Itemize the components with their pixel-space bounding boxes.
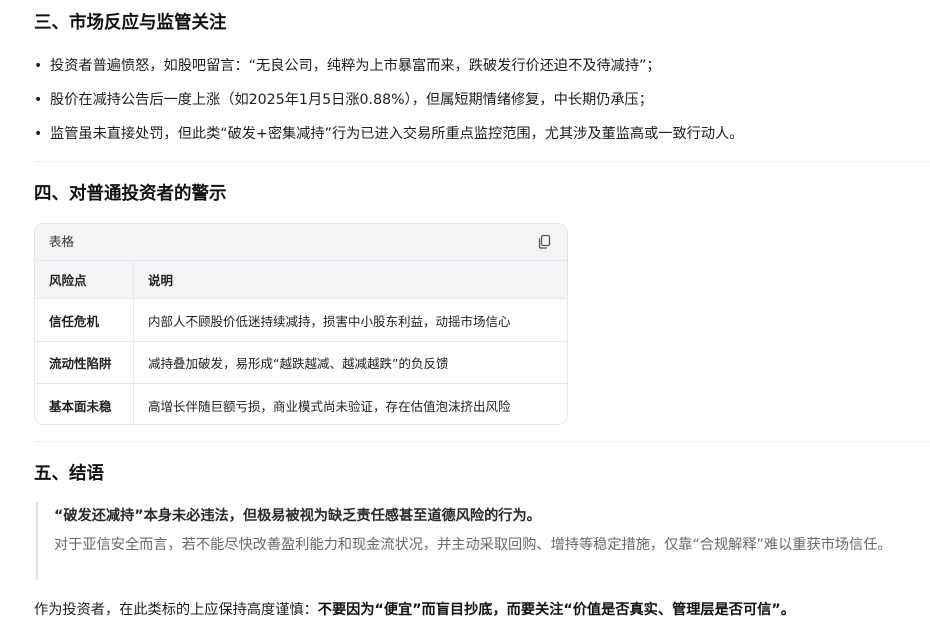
table-cell-description: 内部人不顾股价低迷持续减持，损害中小股东利益，动摇市场信心 — [148, 313, 511, 329]
bullet-dot-icon: • — [34, 58, 43, 74]
section-3-heading: 三、市场反应与监管关注 — [34, 13, 227, 33]
table-row: 信任危机 内部人不顾股价低迷持续减持，损害中小股东利益，动摇市场信心 — [35, 298, 567, 341]
section-4-heading: 四、对普通投资者的警示 — [34, 184, 227, 204]
bullet-item: • 监管虽未直接处罚，但此类“破发+密集减持”行为已进入交易所重点监控范围，尤其涉… — [34, 124, 914, 144]
bullet-dot-icon: • — [34, 92, 43, 108]
table-cell-risk: 流动性陷阱 — [35, 342, 134, 383]
section-5-heading: 五、结语 — [34, 464, 104, 484]
bullet-item: • 投资者普遍愤怒，如股吧留言：“无良公司，纯粹为上市暴富而来，跌破发行价还迫不及… — [34, 56, 914, 76]
table-row: 基本面未稳 高增长伴随巨额亏损，商业模式尚未验证，存在估值泡沫挤出风险 — [35, 383, 567, 424]
conclusion-paragraph: 作为投资者，在此类标的上应保持高度谨慎：不要因为“便宜”而盲目抄底，而要关注“价… — [34, 600, 795, 620]
document-page: 三、市场反应与监管关注 • 投资者普遍愤怒，如股吧留言：“无良公司，纯粹为上市暴富… — [0, 0, 930, 633]
copy-icon[interactable] — [536, 234, 552, 250]
bullet-text: 股价在减持公告后一度上涨（如2025年1月5日涨0.88%），但属短期情绪修复，… — [50, 92, 653, 108]
bullet-item: • 股价在减持公告后一度上涨（如2025年1月5日涨0.88%），但属短期情绪修复… — [34, 90, 914, 110]
blockquote-body: 对于亚信安全而言，若不能尽快改善盈利能力和现金流状况，并主动采取回购、增持等稳定… — [54, 537, 892, 553]
bullet-text: 监管虽未直接处罚，但此类“破发+密集减持”行为已进入交易所重点监控范围，尤其涉及… — [50, 126, 744, 142]
table-cell-risk: 信任危机 — [35, 299, 134, 341]
table-cell-description: 减持叠加破发，易形成“越跌越减、越减越跌”的负反馈 — [148, 356, 449, 371]
bullet-dot-icon: • — [34, 126, 43, 142]
table-cell-description: 高增长伴随巨额亏损，商业模式尚未验证，存在估值泡沫挤出风险 — [148, 398, 511, 414]
table-card-header: 表格 — [35, 224, 567, 260]
bullet-text: 投资者普遍愤怒，如股吧留言：“无良公司，纯粹为上市暴富而来，跌破发行价还迫不及待… — [50, 58, 661, 74]
risk-table-card: 表格 风险点 说明 信任危机 内部人不顾股价低迷持续减持，损害中小股东利益，动摇… — [34, 223, 568, 425]
conclusion-text: 作为投资者，在此类标的上应保持高度谨慎： — [34, 602, 318, 618]
table-header-row: 风险点 说明 — [35, 260, 567, 298]
section-divider — [34, 161, 930, 162]
table-label: 表格 — [49, 234, 75, 249]
table-header-cell: 说明 — [148, 273, 174, 288]
blockquote-lead: “破发还减持”本身未必违法，但极易被视为缺乏责任感甚至道德风险的行为。 — [54, 508, 541, 524]
table-cell-risk: 基本面未稳 — [35, 384, 134, 424]
conclusion-emphasis: 不要因为“便宜”而盲目抄底，而要关注“价值是否真实、管理层是否可信”。 — [317, 602, 795, 618]
table-header-cell: 风险点 — [35, 261, 134, 298]
blockquote-bar — [36, 502, 38, 580]
section-divider — [34, 441, 930, 442]
table-row: 流动性陷阱 减持叠加破发，易形成“越跌越减、越减越跌”的负反馈 — [35, 341, 567, 383]
